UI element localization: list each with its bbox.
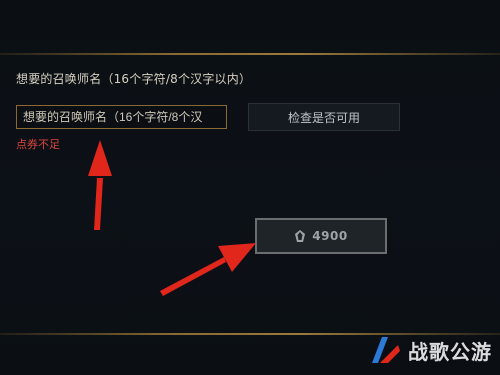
- purchase-rp-button[interactable]: 4900: [255, 218, 387, 254]
- purchase-price: 4900: [312, 229, 348, 243]
- red-arrow-up-icon: [88, 140, 112, 230]
- check-availability-button[interactable]: 检查是否可用: [248, 103, 400, 131]
- rename-summoner-screen: 想要的召唤师名（16个字符/8个汉字以内） 点券不足 检查是否可用 4900 战…: [0, 0, 500, 375]
- brand-logo-icon: [372, 337, 400, 363]
- red-arrow-right-icon: [160, 243, 256, 296]
- top-divider: [0, 53, 500, 55]
- rp-coin-icon: [295, 230, 306, 242]
- site-watermark: 战歌公游: [368, 333, 492, 367]
- insufficient-funds-error: 点券不足: [16, 138, 60, 151]
- summoner-name-input[interactable]: [16, 105, 227, 129]
- annotation-arrows: [88, 140, 256, 296]
- summoner-name-section-title: 想要的召唤师名（16个字符/8个汉字以内）: [16, 72, 252, 86]
- watermark-brand-text: 战歌公游: [408, 339, 492, 364]
